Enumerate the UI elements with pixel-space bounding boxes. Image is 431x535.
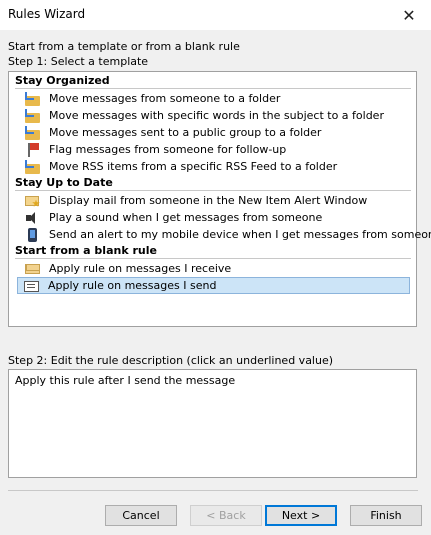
rule-description-box[interactable]: Apply this rule after I send the message bbox=[8, 369, 417, 478]
template-item-apply-on-send[interactable]: Apply rule on messages I send bbox=[17, 277, 410, 294]
template-item-label: Play a sound when I get messages from so… bbox=[49, 211, 323, 224]
template-item-mobile-alert[interactable]: Send an alert to my mobile device when I… bbox=[25, 226, 431, 243]
template-item-label: Move messages with specific words in the… bbox=[49, 109, 384, 122]
template-item-move-public-group[interactable]: Move messages sent to a public group to … bbox=[25, 124, 411, 141]
next-button[interactable]: Next > bbox=[265, 505, 337, 526]
template-item-label: Send an alert to my mobile device when I… bbox=[49, 228, 431, 241]
group-header-stay-up-to-date: Stay Up to Date bbox=[15, 176, 411, 191]
mobile-device-icon bbox=[25, 227, 41, 242]
group-header-blank-rule: Start from a blank rule bbox=[15, 244, 411, 259]
template-list[interactable]: Stay Organized Move messages from someon… bbox=[8, 71, 431, 327]
template-item-label: Display mail from someone in the New Ite… bbox=[49, 194, 368, 207]
folder-move-icon bbox=[25, 125, 41, 140]
speaker-icon bbox=[25, 211, 41, 225]
folder-move-icon bbox=[25, 159, 41, 174]
intro-text: Start from a template or from a blank ru… bbox=[8, 40, 240, 53]
template-item-label: Apply rule on messages I send bbox=[48, 279, 217, 292]
footer-divider bbox=[8, 490, 418, 491]
window-title: Rules Wizard bbox=[8, 7, 86, 21]
template-item-move-specific-words[interactable]: Move messages with specific words in the… bbox=[25, 107, 411, 124]
step1-label: Step 1: Select a template bbox=[8, 55, 149, 68]
template-item-label: Move messages from someone to a folder bbox=[49, 92, 281, 105]
template-item-new-item-alert[interactable]: Display mail from someone in the New Ite… bbox=[25, 192, 411, 209]
back-button[interactable]: < Back bbox=[190, 505, 262, 526]
template-item-flag-follow-up[interactable]: Flag messages from someone for follow-up bbox=[25, 141, 411, 158]
sent-mail-icon bbox=[24, 279, 40, 293]
template-item-play-sound[interactable]: Play a sound when I get messages from so… bbox=[25, 209, 411, 226]
group-header-stay-organized: Stay Organized bbox=[15, 74, 411, 89]
template-item-label: Flag messages from someone for follow-up bbox=[49, 143, 287, 156]
title-bar: Rules Wizard ✕ bbox=[0, 0, 431, 30]
template-item-move-from-someone[interactable]: Move messages from someone to a folder bbox=[25, 90, 411, 107]
template-item-label: Move RSS items from a specific RSS Feed … bbox=[49, 160, 338, 173]
close-button[interactable]: ✕ bbox=[387, 0, 431, 30]
finish-button[interactable]: Finish bbox=[350, 505, 422, 526]
rule-description-text: Apply this rule after I send the message bbox=[15, 374, 236, 387]
close-icon: ✕ bbox=[402, 5, 416, 25]
template-item-label: Apply rule on messages I receive bbox=[49, 262, 232, 275]
template-item-move-rss[interactable]: Move RSS items from a specific RSS Feed … bbox=[25, 158, 411, 175]
cancel-button[interactable]: Cancel bbox=[105, 505, 177, 526]
folder-move-icon bbox=[25, 108, 41, 123]
envelope-icon bbox=[25, 262, 41, 276]
template-item-apply-on-receive[interactable]: Apply rule on messages I receive bbox=[25, 260, 411, 277]
template-item-label: Move messages sent to a public group to … bbox=[49, 126, 322, 139]
flag-icon bbox=[25, 142, 41, 157]
new-item-alert-icon bbox=[25, 194, 41, 208]
folder-move-icon bbox=[25, 91, 41, 106]
step2-label: Step 2: Edit the rule description (click… bbox=[8, 354, 334, 367]
